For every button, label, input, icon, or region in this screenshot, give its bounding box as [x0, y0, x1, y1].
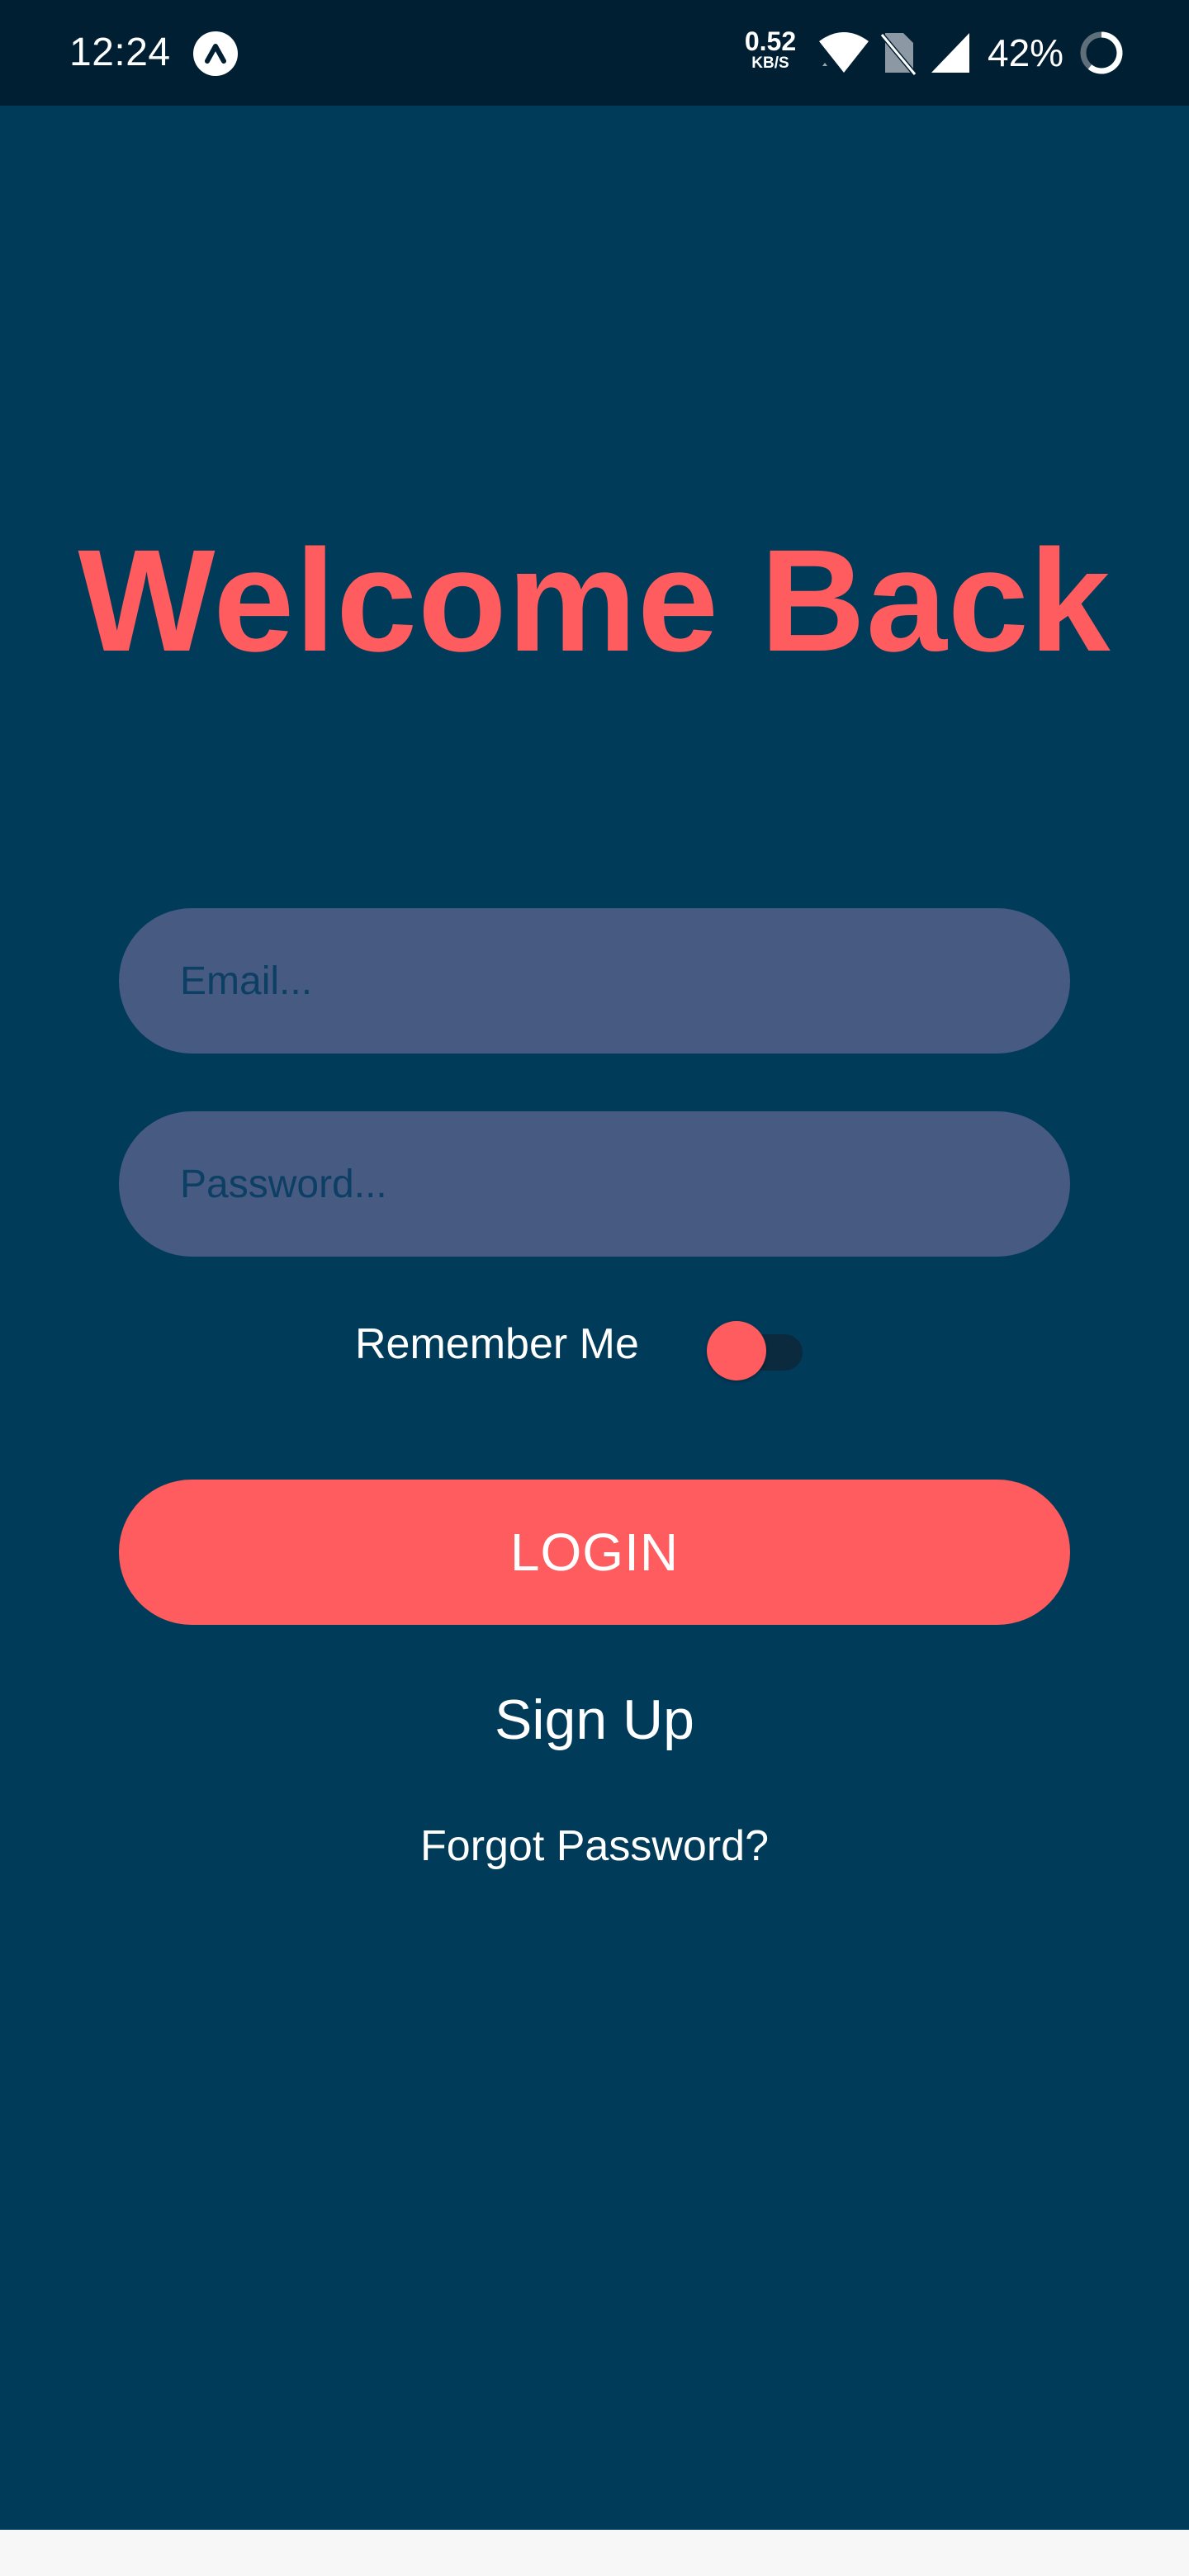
- battery-percent: 42%: [988, 31, 1064, 74]
- cell-signal-icon: [928, 30, 973, 80]
- sign-up-link[interactable]: Sign Up: [0, 1683, 1189, 1757]
- email-input[interactable]: [178, 957, 1011, 1005]
- navigation-bar: [0, 2530, 1189, 2576]
- network-speed: 0.52 KB/S: [740, 28, 801, 73]
- status-time: 12:24: [69, 31, 171, 74]
- password-field[interactable]: [119, 1111, 1070, 1257]
- login-button[interactable]: LOGIN: [119, 1480, 1070, 1625]
- battery-ring-icon: [1078, 30, 1125, 80]
- network-speed-value: 0.52: [744, 26, 797, 56]
- remember-me-row: Remember Me: [0, 1313, 1189, 1387]
- toggle-thumb: [707, 1321, 766, 1380]
- network-speed-unit: KB/S: [751, 54, 789, 72]
- status-bar: 12:24 0.52 KB/S 42%: [0, 0, 1189, 106]
- no-sim-icon: [879, 30, 917, 80]
- forgot-password-link[interactable]: Forgot Password?: [0, 1815, 1189, 1878]
- email-field[interactable]: [119, 908, 1070, 1054]
- app-notification-icon: [193, 31, 238, 76]
- wifi-icon: [817, 30, 870, 80]
- password-input[interactable]: [178, 1160, 1011, 1208]
- remember-me-label: Remember Me: [355, 1320, 639, 1368]
- page-title: Welcome Back: [78, 520, 1111, 682]
- remember-me-toggle[interactable]: [707, 1321, 804, 1382]
